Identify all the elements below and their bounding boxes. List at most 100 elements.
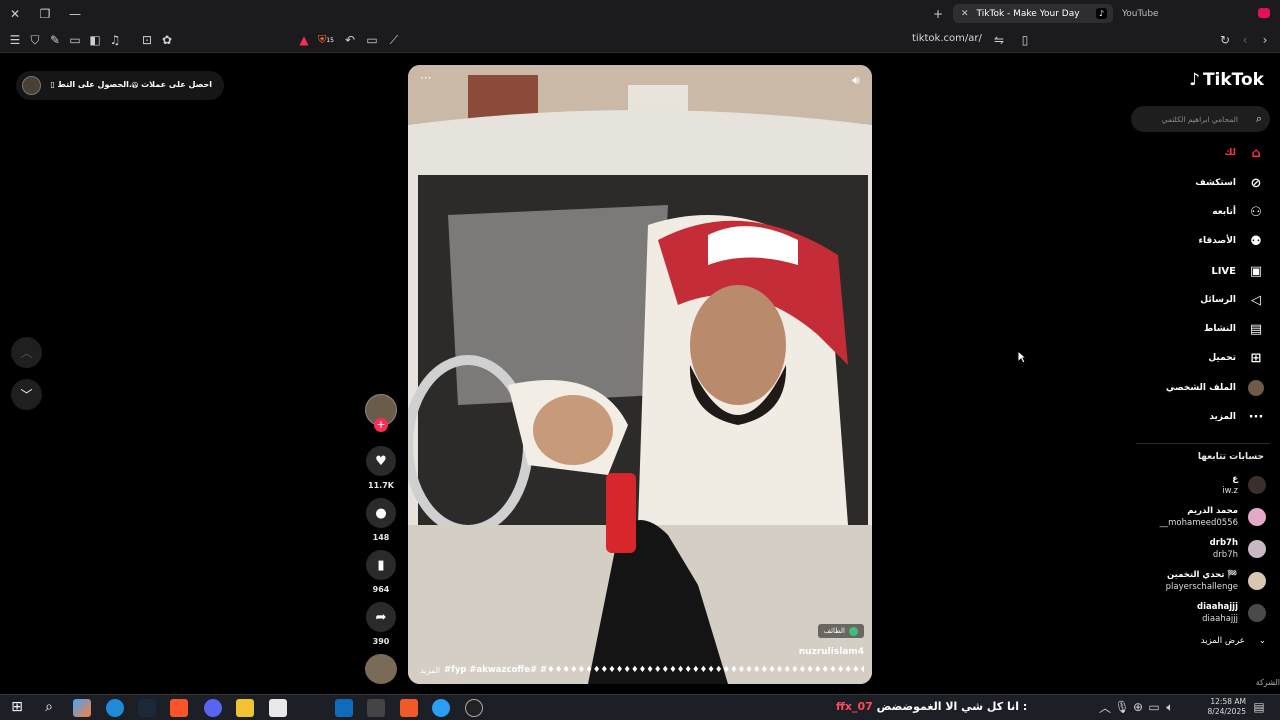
brave-shield-icon[interactable]: ⛨ 15 (317, 33, 335, 47)
sidebar-item-profile[interactable]: الملف الشخصي (1166, 377, 1266, 399)
like-button[interactable]: ♥ (366, 446, 396, 476)
translate-icon[interactable]: ⟋ (387, 33, 401, 47)
search-input[interactable]: المحامي ابراهيم الكلثمي ⌕ (1131, 106, 1270, 132)
minimize-window-icon[interactable]: — (68, 7, 82, 21)
file-explorer-icon[interactable] (236, 699, 254, 717)
get-app-button[interactable]: ▯ الحصول على التط... (50, 80, 138, 89)
sidebar-item-label: تحميل (1208, 353, 1236, 363)
sidebar-item-more[interactable]: المزيد ··· (1209, 406, 1266, 428)
shield-count: 15 (326, 36, 334, 44)
sidebar-item-messages[interactable]: الرسائل ◁ (1200, 289, 1266, 311)
tab-tiktok[interactable]: ✕ TikTok - Make Your Day ♪ (953, 4, 1113, 23)
brave-rewards-icon[interactable]: ▲ (297, 33, 311, 47)
app-icon[interactable] (400, 699, 418, 717)
sidebar-item-following[interactable]: أتابعه ⚇ (1212, 201, 1266, 223)
video-options-icon[interactable]: ··· (420, 71, 431, 85)
account-item[interactable]: محمد الدريم __mohameed0556 (1106, 504, 1266, 532)
avatar[interactable] (22, 76, 41, 95)
settings-icon[interactable] (367, 699, 385, 717)
sidebar-icon[interactable]: ◧ (88, 33, 102, 47)
sidebar-item-explore[interactable]: استكشف ⊘ (1195, 172, 1266, 194)
outlook-icon[interactable] (335, 699, 353, 717)
tiktok-note-icon: ♪ (1189, 70, 1200, 90)
location-label: الطائف (823, 627, 845, 635)
close-window-icon[interactable]: ✕ (8, 7, 22, 21)
extensions-icon[interactable]: ✿ (160, 33, 174, 47)
pin-icon[interactable]: ✎ (48, 33, 62, 47)
brave-icon[interactable] (170, 699, 188, 717)
cast-icon[interactable]: ▭ (365, 33, 379, 47)
previous-video-button[interactable]: ︿ (11, 337, 42, 368)
account-item[interactable]: ع iw.z (1106, 472, 1266, 500)
tray-chevron-icon[interactable]: ︿ (1098, 700, 1112, 715)
start-icon[interactable]: ⊞ (8, 699, 26, 717)
screenshot-icon[interactable]: ⊡ (140, 33, 154, 47)
app2-icon[interactable] (432, 699, 450, 717)
close-tab-icon[interactable]: ✕ (961, 9, 969, 19)
video-player[interactable]: ··· 🔊︎ الطائف nuzrulislam4 #fyp #akwazco… (408, 65, 872, 684)
sidebar-item-live[interactable]: LIVE ▣ (1211, 260, 1266, 282)
send-icon: ◁ (1251, 292, 1261, 308)
sidebar-item-upload[interactable]: تحميل ⊞ (1208, 347, 1266, 369)
get-coins-button[interactable]: ◎ احصل على عملات (131, 80, 212, 89)
share-button[interactable]: ➦ (366, 602, 396, 632)
account-name: محمد الدريم (1187, 506, 1238, 516)
next-video-button[interactable]: ﹀ (11, 379, 42, 410)
chevron-down-icon: ⌄ (1258, 636, 1266, 646)
site-settings-icon[interactable]: ⇋ (992, 33, 1006, 47)
shield-icon[interactable]: ⛉ (28, 33, 42, 47)
video-username[interactable]: nuzrulislam4 (799, 647, 864, 657)
forward-icon[interactable]: ‹ (1238, 33, 1252, 47)
see-more-button[interactable]: عرض المزيد ⌄ (1201, 636, 1266, 646)
url-bar[interactable]: tiktok.com/ar/ (912, 33, 982, 44)
user-follow-icon: ⚇ (1250, 204, 1262, 220)
tiktok-logo[interactable]: ♪ TikTok (1189, 70, 1264, 90)
sidebar-item-friends[interactable]: الأصدقاء ⚉ (1198, 230, 1266, 252)
tabs-icon[interactable]: ▭ (68, 33, 82, 47)
discord-icon[interactable] (204, 699, 222, 717)
menu-icon[interactable]: ☰ (8, 33, 22, 47)
comment-button[interactable]: ● (366, 498, 396, 528)
display-icon[interactable]: ▭ (1147, 700, 1161, 714)
sidebar-item-label: الملف الشخصي (1165, 383, 1236, 393)
follow-plus-icon[interactable]: + (374, 418, 388, 432)
video-frame (408, 65, 872, 684)
microphone-icon[interactable]: 🎙︎ (1114, 700, 1129, 714)
edge-icon[interactable] (106, 699, 124, 717)
back-icon[interactable]: › (1258, 33, 1272, 47)
store-icon[interactable] (269, 699, 287, 717)
caption-more-button[interactable]: المزيد (420, 666, 440, 675)
new-tab-icon[interactable]: + (931, 7, 945, 21)
location-pin-icon (849, 626, 858, 636)
sidebar-item-label: استكشف (1195, 178, 1236, 188)
volume-icon[interactable]: 🔊︎ (848, 73, 864, 87)
mouse-cursor-icon (1017, 350, 1027, 364)
sidebar-item-label: الأصدقاء (1198, 236, 1236, 246)
search-icon[interactable]: ⌕ (40, 699, 58, 717)
company-link[interactable]: الشركة (1256, 678, 1280, 687)
sidebar-item-for-you[interactable]: لك ⌂ (1224, 142, 1266, 164)
account-item[interactable]: drb7h drb7h (1106, 536, 1266, 564)
bookmark-icon[interactable]: ▯ (1018, 33, 1032, 47)
avatar (1248, 572, 1266, 590)
undo-icon[interactable]: ↶ (343, 33, 357, 47)
restore-window-icon[interactable]: ❐ (38, 7, 52, 21)
account-item[interactable]: diaahajjj diaahajjj (1106, 600, 1266, 628)
system-clock[interactable]: 12:58 AM 8/24/2025 (1208, 697, 1246, 717)
account-item[interactable]: تحدي التخمين 🏁 playerschallenge (1106, 568, 1266, 596)
copilot-icon[interactable] (73, 699, 91, 717)
app3-icon[interactable] (465, 699, 483, 717)
tab-youtube[interactable]: YouTube (1114, 4, 1234, 23)
location-badge[interactable]: الطائف (817, 624, 864, 638)
music-icon[interactable]: ♫ (108, 33, 122, 47)
save-button[interactable]: ▮ (366, 550, 396, 580)
sidebar-item-activity[interactable]: النشاط ▤ (1204, 318, 1266, 340)
reload-icon[interactable]: ↻ (1218, 33, 1232, 47)
steam-icon[interactable] (138, 699, 156, 717)
video-caption[interactable]: #fyp #akwazcoffe# #♦♦♦♦♦♦♦♦♦♦♦♦♦♦♦♦♦♦♦♦♦… (444, 665, 864, 675)
notifications-icon[interactable]: ▤ (1252, 700, 1266, 714)
network-icon[interactable]: ⊕ (1131, 700, 1145, 714)
music-disc-avatar[interactable] (365, 654, 397, 684)
volume-icon[interactable]: 🔈︎ (1163, 700, 1177, 714)
search-icon[interactable]: ⌕ (1256, 112, 1262, 126)
